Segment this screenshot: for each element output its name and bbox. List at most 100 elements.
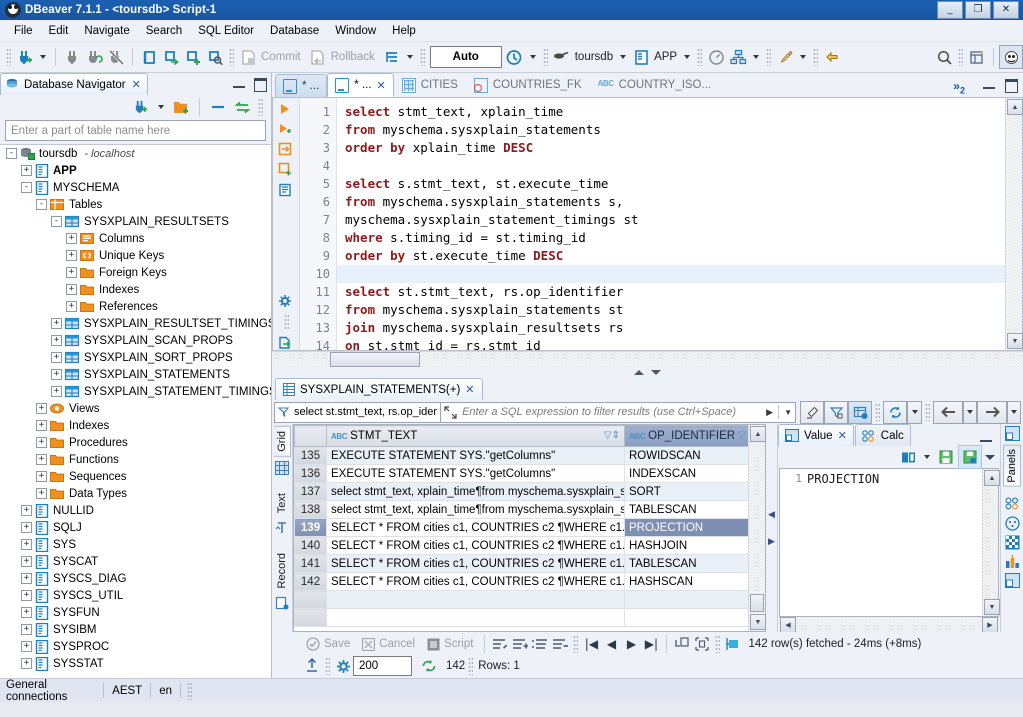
expand-icon[interactable]: + xyxy=(21,658,32,669)
rollback-label[interactable]: Rollback xyxy=(331,51,375,63)
editor-vertical-scrollbar[interactable]: ▲ ▼ xyxy=(1005,98,1023,350)
code-line[interactable] xyxy=(345,157,1005,175)
new-connection-icon[interactable] xyxy=(14,46,36,68)
expand-icon[interactable]: + xyxy=(21,165,32,176)
maximize-view-icon[interactable] xyxy=(254,78,267,92)
apply-filter-arrow-icon[interactable]: ▶ xyxy=(766,407,773,418)
close-button[interactable]: ✕ xyxy=(993,1,1019,19)
minimize-editor-icon[interactable] xyxy=(983,84,995,89)
scroll-right-icon[interactable]: ▶ xyxy=(982,616,998,633)
code-line[interactable]: select stmt_text, xplain_time xyxy=(345,103,1005,121)
add-row-icon[interactable] xyxy=(510,634,530,654)
expand-icon[interactable]: + xyxy=(21,590,32,601)
scroll-up-icon[interactable]: ▲ xyxy=(1007,99,1023,115)
execute-script-icon[interactable] xyxy=(278,122,294,136)
navigator-tree-item[interactable]: + APP xyxy=(0,162,271,179)
code-line[interactable]: order by xplain_time DESC xyxy=(345,139,1005,157)
toolbar-grip[interactable] xyxy=(542,48,548,66)
navigator-tree-item[interactable]: + SYSIBM xyxy=(0,621,271,638)
first-row-button[interactable]: |◀ xyxy=(581,634,601,654)
code-line[interactable]: select st.stmt_text, rs.op_identifier xyxy=(345,283,1005,301)
menu-navigate[interactable]: Navigate xyxy=(76,23,137,39)
load-from-file-icon[interactable] xyxy=(958,445,982,469)
minimize-button[interactable]: _ xyxy=(937,1,963,19)
expand-icon[interactable]: + xyxy=(21,556,32,567)
refresh-icon[interactable] xyxy=(419,656,439,676)
sql-console-icon[interactable] xyxy=(204,46,226,68)
dbeaver-perspective-icon[interactable] xyxy=(999,45,1023,69)
table-row[interactable]: 136 EXECUTE STATEMENT SYS."getColumns" IND… xyxy=(294,464,748,483)
table-row[interactable]: 138 select stmt_text, xplain_time¶from my… xyxy=(294,500,748,519)
search-icon[interactable] xyxy=(933,46,955,68)
value-vertical-scrollbar[interactable]: ▲ ▼ xyxy=(982,469,1000,616)
expand-icon[interactable]: + xyxy=(36,471,47,482)
scroll-down-icon[interactable]: ▼ xyxy=(1007,333,1023,349)
new-connection-dropdown-icon[interactable] xyxy=(40,55,46,59)
table-row[interactable]: 141 SELECT * FROM cities c1, COUNTRIES c2… xyxy=(294,554,748,573)
cell-op-identifier[interactable] xyxy=(624,608,748,627)
erd-icon[interactable] xyxy=(727,46,749,68)
row-number-cell[interactable]: 136 xyxy=(294,464,327,483)
toolbar-grip[interactable] xyxy=(697,48,703,66)
panels-tab[interactable]: Panels xyxy=(1003,445,1021,487)
navigator-tree[interactable]: - toursdb - localhost + APP - MYSCHEMA - Tables -… xyxy=(0,144,271,678)
footer-grip[interactable] xyxy=(468,657,474,675)
navigator-tree-item[interactable]: + SYSXPLAIN_SCAN_PROPS xyxy=(0,332,271,349)
menu-edit[interactable]: Edit xyxy=(41,23,77,39)
grid-vertical-scrollbar[interactable]: ▲ ▼ xyxy=(748,425,766,631)
grid-corner-cell[interactable] xyxy=(294,425,327,447)
transaction-mode-icon[interactable] xyxy=(381,46,403,68)
save-to-file-icon[interactable] xyxy=(935,446,957,468)
editor-tab[interactable]: ABC COUNTRY_ISO... xyxy=(590,73,719,97)
editor-tab[interactable]: * ... ✕ xyxy=(327,73,394,97)
navigator-tree-item[interactable]: + Data Types xyxy=(0,485,271,502)
fetch-status-icon[interactable] xyxy=(723,634,743,654)
minimize-value-panel-icon[interactable] xyxy=(980,437,992,442)
editor-hscroll-thumb[interactable] xyxy=(330,352,420,367)
expand-icon[interactable]: + xyxy=(66,233,77,244)
navigator-tree-item[interactable]: + SYSFUN xyxy=(0,604,271,621)
collapse-icon[interactable]: - xyxy=(51,216,62,227)
expand-icon[interactable]: + xyxy=(66,301,77,312)
value-viewer[interactable]: 1 PROJECTION ▲ ▼ xyxy=(779,468,1000,617)
table-row[interactable] xyxy=(294,608,748,627)
expand-icon[interactable]: + xyxy=(36,403,47,414)
perspective-icon[interactable] xyxy=(966,46,988,68)
navigator-tree-item[interactable]: + SYSXPLAIN_SORT_PROPS xyxy=(0,349,271,366)
navigator-tree-item[interactable]: - SYSXPLAIN_RESULTSETS xyxy=(0,213,271,230)
editor-results-sash[interactable] xyxy=(272,367,1023,378)
code-line[interactable]: myschema.sysxplain_statement_timings st xyxy=(345,211,1005,229)
collapse-icon[interactable]: - xyxy=(21,182,32,193)
minimize-view-icon[interactable] xyxy=(233,83,245,88)
navigator-tree-item[interactable]: - MYSCHEMA xyxy=(0,179,271,196)
code-line[interactable] xyxy=(337,265,1005,283)
filter-toolbar-grip[interactable] xyxy=(925,403,930,421)
close-icon[interactable]: ✕ xyxy=(377,79,386,92)
export-data-icon[interactable] xyxy=(302,656,322,676)
results-tab-grid[interactable]: Grid xyxy=(273,426,291,457)
row-number-cell[interactable]: 137 xyxy=(294,482,327,501)
new-connection-dropdown-icon[interactable] xyxy=(158,105,164,109)
code-line[interactable]: order by st.execute_time DESC xyxy=(345,247,1005,265)
cell-stmt-text[interactable]: SELECT * FROM cities c1, COUNTRIES c2 ¶W… xyxy=(326,572,625,591)
navigator-tree-item[interactable]: + SYSXPLAIN_STATEMENT_TIMINGS xyxy=(0,383,271,400)
toolbar-grip[interactable] xyxy=(813,48,819,66)
cell-op-identifier[interactable]: INDEXSCAN xyxy=(624,464,748,483)
navigator-tree-item[interactable]: + SYSSTAT xyxy=(0,655,271,672)
navigator-tree-item[interactable]: + Functions xyxy=(0,451,271,468)
scroll-down-icon[interactable]: ▼ xyxy=(750,614,766,630)
new-folder-icon[interactable] xyxy=(170,96,192,118)
cell-stmt-text[interactable]: select stmt_text, xplain_time¶from mysch… xyxy=(326,500,625,519)
navigator-filter-input[interactable]: Enter a part of table name here xyxy=(5,120,266,141)
cell-op-identifier[interactable]: HASHJOIN xyxy=(624,536,748,555)
close-icon[interactable]: ✕ xyxy=(838,429,847,442)
close-icon[interactable]: ✕ xyxy=(465,383,474,396)
sash-up-icon[interactable] xyxy=(634,370,644,375)
cell-op-identifier[interactable]: HASHSCAN xyxy=(624,572,748,591)
code-line[interactable]: from myschema.sysxplain_statements s, xyxy=(345,193,1005,211)
expand-right-icon[interactable]: ▶ xyxy=(768,536,775,547)
transaction-mode-combo[interactable]: Auto xyxy=(429,46,502,68)
cell-op-identifier[interactable]: ROWIDSCAN xyxy=(624,446,748,465)
navigator-tree-item[interactable]: + SYSCAT xyxy=(0,553,271,570)
execute-statement-icon[interactable] xyxy=(278,102,294,116)
